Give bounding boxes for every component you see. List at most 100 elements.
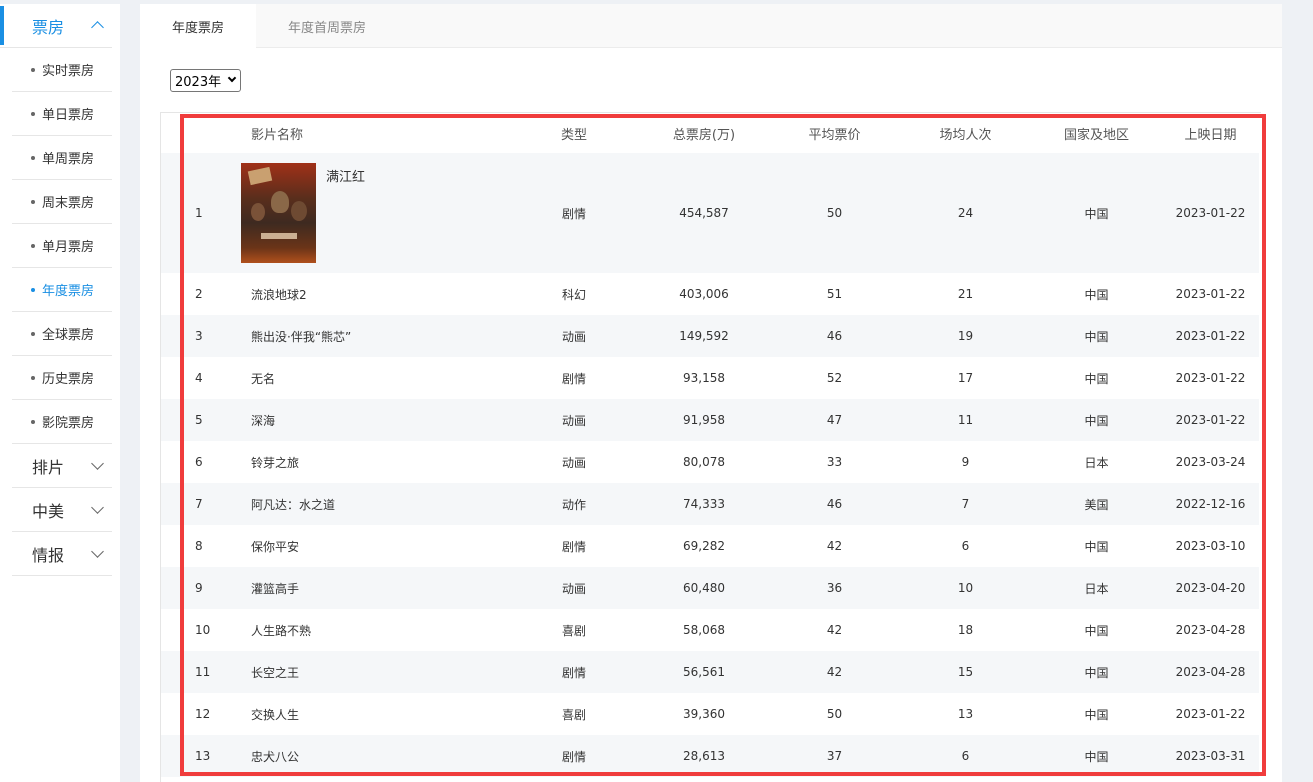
movie-title-link[interactable]: 熊出没·伴我“熊芯” xyxy=(246,315,509,357)
avg-price-cell: 37 xyxy=(826,749,843,763)
region-cell: 中国 xyxy=(1084,413,1109,428)
sidebar-section-intel[interactable]: 情报 xyxy=(12,532,112,576)
sidebar-item-weekly[interactable]: 单周票房 xyxy=(12,136,112,180)
release-cell: 2023-04-20 xyxy=(1175,581,1246,595)
region-cell: 中国 xyxy=(1084,329,1109,344)
avg-price-cell: 52 xyxy=(826,371,843,385)
movie-title-link[interactable]: 满江红 xyxy=(326,166,365,185)
movie-poster[interactable] xyxy=(241,163,316,263)
sidebar-item-label: 全球票房 xyxy=(42,328,95,343)
rank-cell: 11 xyxy=(195,665,211,679)
chevron-up-icon xyxy=(91,21,104,34)
table-row[interactable]: 7 阿凡达：水之道 动作 74,333 46 7 美国 2022-12-16 xyxy=(161,483,1259,525)
table-row[interactable]: 5 深海 动画 91,958 47 11 中国 2023-01-22 xyxy=(161,399,1259,441)
avg-price-cell: 46 xyxy=(826,329,843,343)
table-row[interactable]: 2 流浪地球2 科幻 403,006 51 21 中国 2023-01-22 xyxy=(161,273,1259,315)
table-row[interactable]: 9 灌篮高手 动画 60,480 36 10 日本 2023-04-20 xyxy=(161,567,1259,609)
sidebar-item-realtime[interactable]: 实时票房 xyxy=(12,48,112,92)
table-row[interactable]: 8 保你平安 剧情 69,282 42 6 中国 2023-03-10 xyxy=(161,525,1259,567)
sidebar-item-global[interactable]: 全球票房 xyxy=(12,312,112,356)
avg-attendance-cell: 10 xyxy=(957,581,974,595)
rank-cell: 4 xyxy=(195,371,203,385)
bullet-icon xyxy=(31,331,35,336)
sidebar-item-label: 影院票房 xyxy=(42,416,95,431)
avg-attendance-cell: 11 xyxy=(957,413,974,427)
table-row[interactable]: 6 铃芽之旅 动画 80,078 33 9 日本 2023-03-24 xyxy=(161,441,1259,483)
table-row[interactable]: 1 满江红 剧情 454,587 50 24 中国 2023-01-22 xyxy=(161,153,1259,273)
table-row[interactable]: 11 长空之王 剧情 56,561 42 15 中国 2023-04-28 xyxy=(161,651,1259,693)
movie-title-link[interactable]: 忠犬八公 xyxy=(246,735,509,777)
col-header-rank xyxy=(161,113,246,153)
tab-yearly-first-week[interactable]: 年度首周票房 xyxy=(256,4,398,48)
movie-title-link[interactable]: 交换人生 xyxy=(246,693,509,735)
sidebar-item-label: 历史票房 xyxy=(42,372,95,387)
sidebar: 票房 实时票房 单日票房 单周票房 周末票房 单月票房 年度票房 全球票房 历史… xyxy=(0,4,120,782)
col-header-avg-attendance: 场均人次 xyxy=(939,127,992,143)
avg-price-cell: 50 xyxy=(826,707,843,721)
genre-cell: 科幻 xyxy=(561,287,586,302)
region-cell: 日本 xyxy=(1084,581,1109,596)
chevron-down-icon xyxy=(227,73,237,83)
gross-cell: 74,333 xyxy=(683,497,725,511)
gross-cell: 403,006 xyxy=(679,287,729,301)
region-cell: 中国 xyxy=(1084,623,1109,638)
avg-attendance-cell: 13 xyxy=(957,707,974,721)
genre-cell: 喜剧 xyxy=(561,707,586,722)
movie-title-link[interactable]: 流浪地球2 xyxy=(246,273,509,315)
avg-attendance-cell: 15 xyxy=(957,665,974,679)
sidebar-item-weekend[interactable]: 周末票房 xyxy=(12,180,112,224)
sidebar-section-china-us[interactable]: 中美 xyxy=(12,488,112,532)
gross-cell: 93,158 xyxy=(683,371,725,385)
sidebar-item-label: 单周票房 xyxy=(42,152,95,167)
tab-yearly-box-office[interactable]: 年度票房 xyxy=(140,4,257,48)
gross-cell: 149,592 xyxy=(679,329,729,343)
movie-title-link[interactable]: 人生路不熟 xyxy=(246,609,509,651)
genre-cell: 剧情 xyxy=(561,206,586,221)
sidebar-section-schedule[interactable]: 排片 xyxy=(12,444,112,488)
sidebar-item-daily[interactable]: 单日票房 xyxy=(12,92,112,136)
movie-title-link[interactable]: 铃芽之旅 xyxy=(246,441,509,483)
avg-price-cell: 42 xyxy=(826,665,843,679)
rank-cell: 9 xyxy=(195,581,203,595)
sidebar-item-label: 实时票房 xyxy=(42,64,95,79)
region-cell: 中国 xyxy=(1084,287,1109,302)
col-header-gross: 总票房(万) xyxy=(672,127,736,143)
sidebar-item-cinema[interactable]: 影院票房 xyxy=(12,400,112,444)
avg-price-cell: 33 xyxy=(826,455,843,469)
bullet-icon xyxy=(31,375,35,380)
genre-cell: 动画 xyxy=(561,455,586,470)
gross-cell: 80,078 xyxy=(683,455,725,469)
region-cell: 日本 xyxy=(1084,455,1109,470)
bullet-icon xyxy=(31,155,35,160)
release-cell: 2023-04-28 xyxy=(1175,623,1246,637)
movie-title-link[interactable]: 阿凡达：水之道 xyxy=(246,483,509,525)
table-row[interactable]: 12 交换人生 喜剧 39,360 50 13 中国 2023-01-22 xyxy=(161,693,1259,735)
sidebar-item-monthly[interactable]: 单月票房 xyxy=(12,224,112,268)
year-select[interactable]: 2023年 xyxy=(170,69,241,92)
sidebar-item-yearly[interactable]: 年度票房 xyxy=(12,268,112,312)
gross-cell: 91,958 xyxy=(683,413,725,427)
table-row[interactable]: 13 忠犬八公 剧情 28,613 37 6 中国 2023-03-31 xyxy=(161,735,1259,777)
table-row[interactable]: 10 人生路不熟 喜剧 58,068 42 18 中国 2023-04-28 xyxy=(161,609,1259,651)
rank-cell: 1 xyxy=(195,206,203,220)
movie-title-link[interactable]: 灌篮高手 xyxy=(246,567,509,609)
table-row[interactable]: 3 熊出没·伴我“熊芯” 动画 149,592 46 19 中国 2023-01… xyxy=(161,315,1259,357)
movie-title-link[interactable]: 深海 xyxy=(246,399,509,441)
movie-title-link[interactable]: 长空之王 xyxy=(246,651,509,693)
region-cell: 中国 xyxy=(1084,707,1109,722)
sidebar-item-history[interactable]: 历史票房 xyxy=(12,356,112,400)
avg-price-cell: 42 xyxy=(826,623,843,637)
release-cell: 2023-01-22 xyxy=(1175,371,1246,385)
name-cell: 满江红 xyxy=(241,153,509,273)
movie-title-link[interactable]: 保你平安 xyxy=(246,525,509,567)
sidebar-item-label: 周末票房 xyxy=(42,196,95,211)
main-panel: 年度票房 年度首周票房 2023年 影片名称 类型 总票房(万) 平均票价 场均… xyxy=(140,4,1282,782)
movie-title-link[interactable]: 无名 xyxy=(246,357,509,399)
release-cell: 2022-12-16 xyxy=(1175,497,1246,511)
sidebar-section-box-office[interactable]: 票房 xyxy=(0,4,112,48)
gross-cell: 454,587 xyxy=(679,206,729,220)
rank-cell: 6 xyxy=(195,455,203,469)
avg-price-cell: 36 xyxy=(826,581,843,595)
release-cell: 2023-03-24 xyxy=(1175,455,1246,469)
table-row[interactable]: 4 无名 剧情 93,158 52 17 中国 2023-01-22 xyxy=(161,357,1259,399)
